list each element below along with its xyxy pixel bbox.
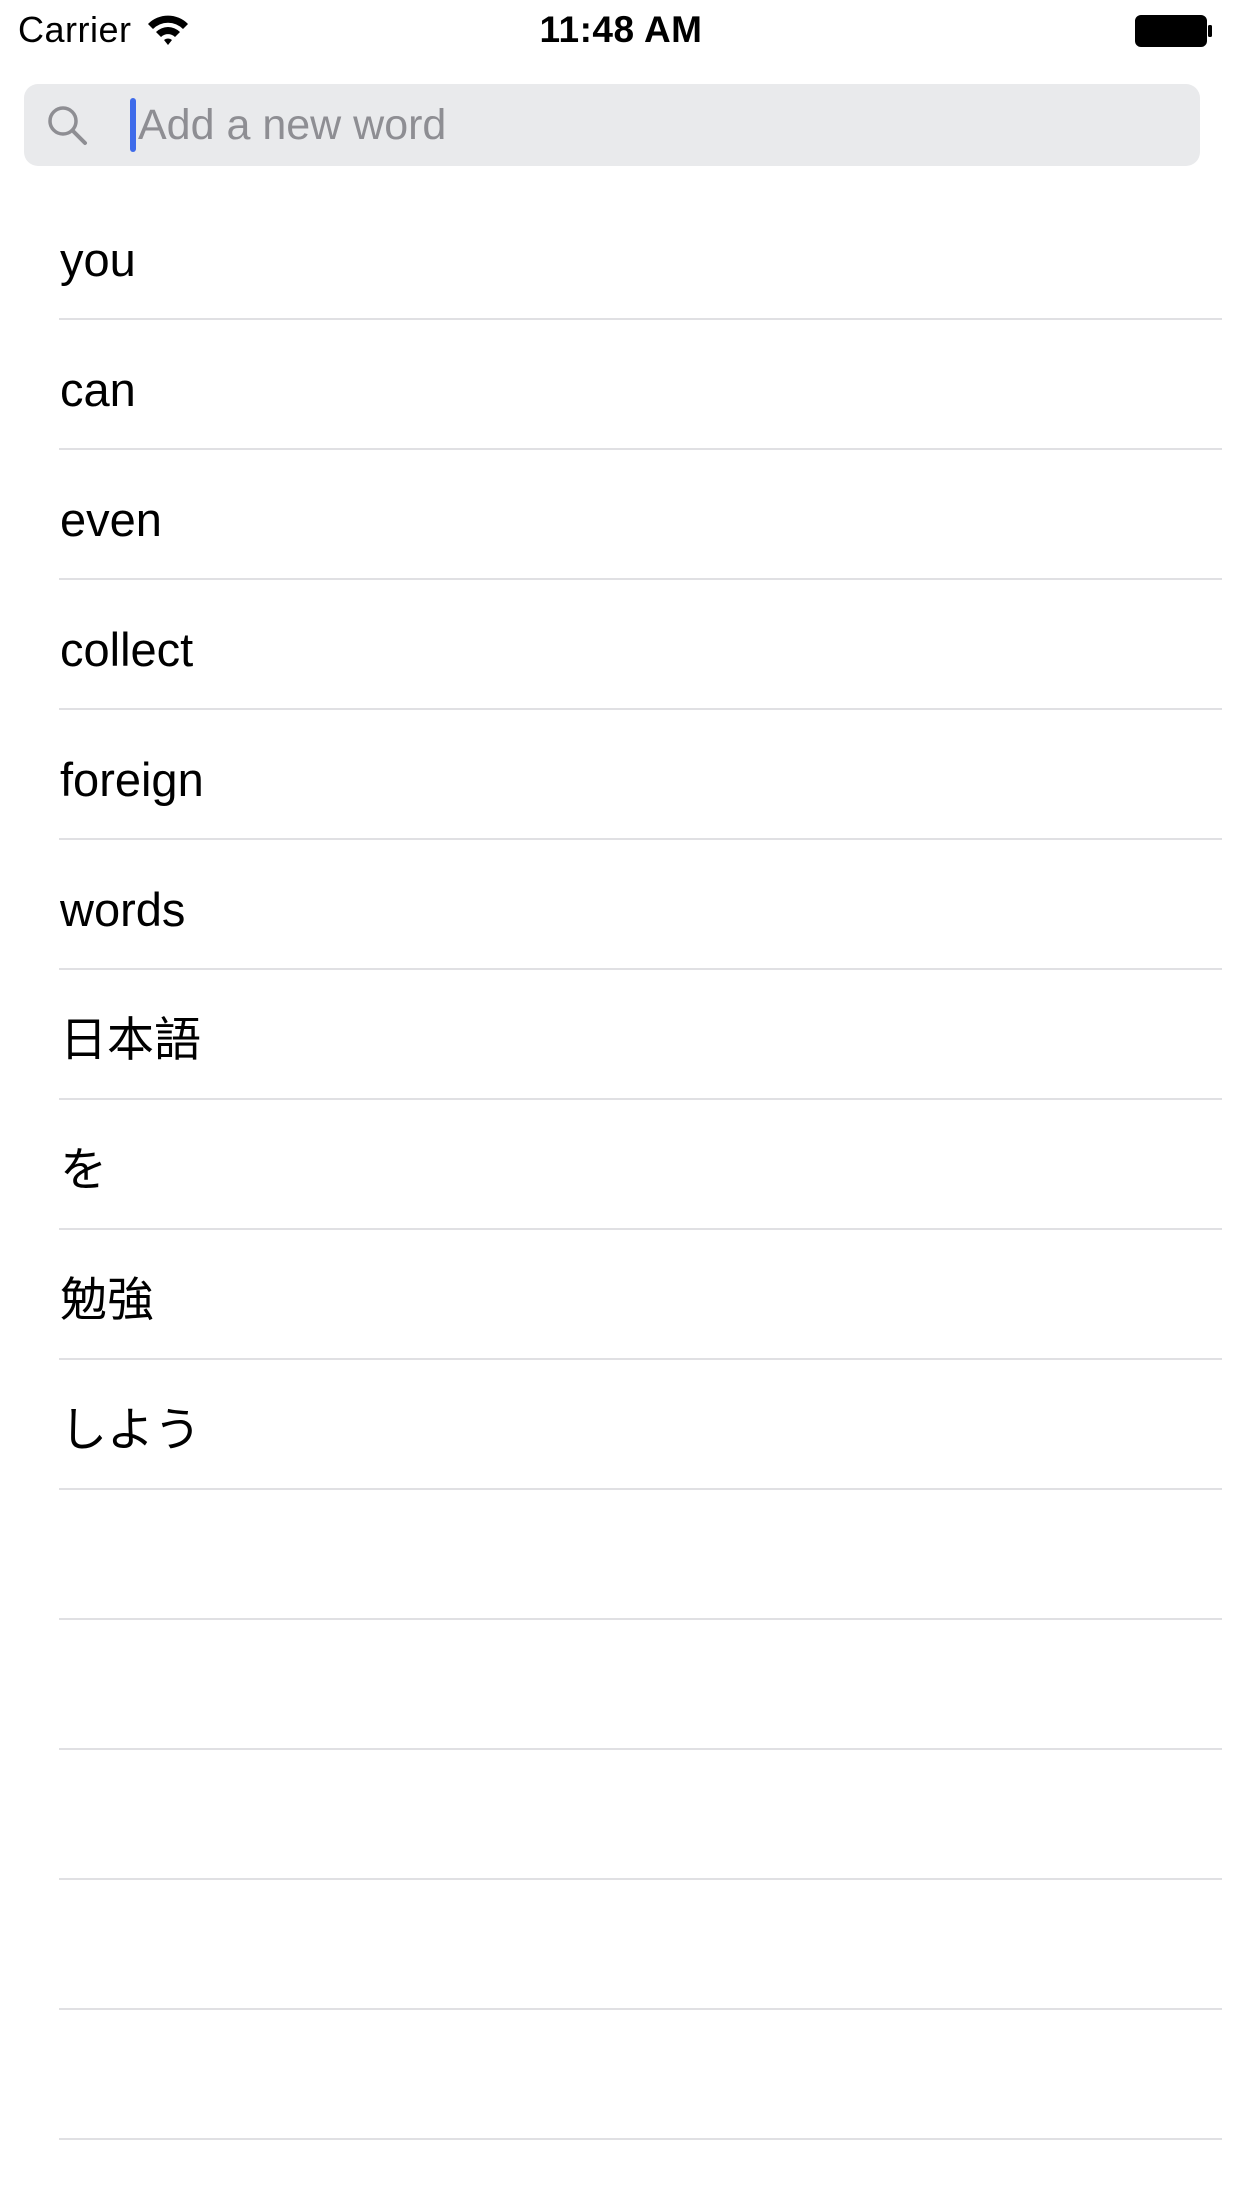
word-row[interactable]: foreign — [0, 710, 1242, 840]
word-label: を — [60, 1143, 107, 1196]
word-label: collect — [60, 623, 194, 676]
empty-row — [0, 1880, 1242, 2010]
row-separator — [59, 2138, 1222, 2140]
battery-icon — [1134, 14, 1214, 48]
search-icon — [46, 104, 88, 146]
word-row[interactable]: collect — [0, 580, 1242, 710]
word-row[interactable]: you — [0, 190, 1242, 320]
word-label: words — [60, 883, 186, 936]
word-label: even — [60, 493, 162, 546]
word-row[interactable]: しよう — [0, 1360, 1242, 1490]
word-row[interactable]: を — [0, 1100, 1242, 1230]
word-label: しよう — [60, 1403, 201, 1456]
word-row[interactable]: words — [0, 840, 1242, 970]
empty-row — [0, 2010, 1242, 2140]
word-label: you — [60, 233, 136, 286]
empty-row — [0, 1490, 1242, 1620]
word-label: 日本語 — [60, 1013, 201, 1066]
word-label: can — [60, 363, 136, 416]
search-bar[interactable] — [24, 84, 1200, 166]
word-list: you can even collect foreign words 日本語を勉強しよう — [0, 190, 1242, 2140]
word-row[interactable]: 勉強 — [0, 1230, 1242, 1360]
new-word-input[interactable] — [136, 84, 1188, 166]
word-label: foreign — [60, 753, 204, 806]
word-row[interactable]: 日本語 — [0, 970, 1242, 1100]
empty-row — [0, 1620, 1242, 1750]
word-label: 勉強 — [60, 1273, 154, 1326]
word-row[interactable]: can — [0, 320, 1242, 450]
clock-time: 11:48 AM — [539, 9, 703, 50]
status-bar: Carrier 11:48 AM — [0, 0, 1242, 60]
word-row[interactable]: even — [0, 450, 1242, 580]
empty-row — [0, 1750, 1242, 1880]
